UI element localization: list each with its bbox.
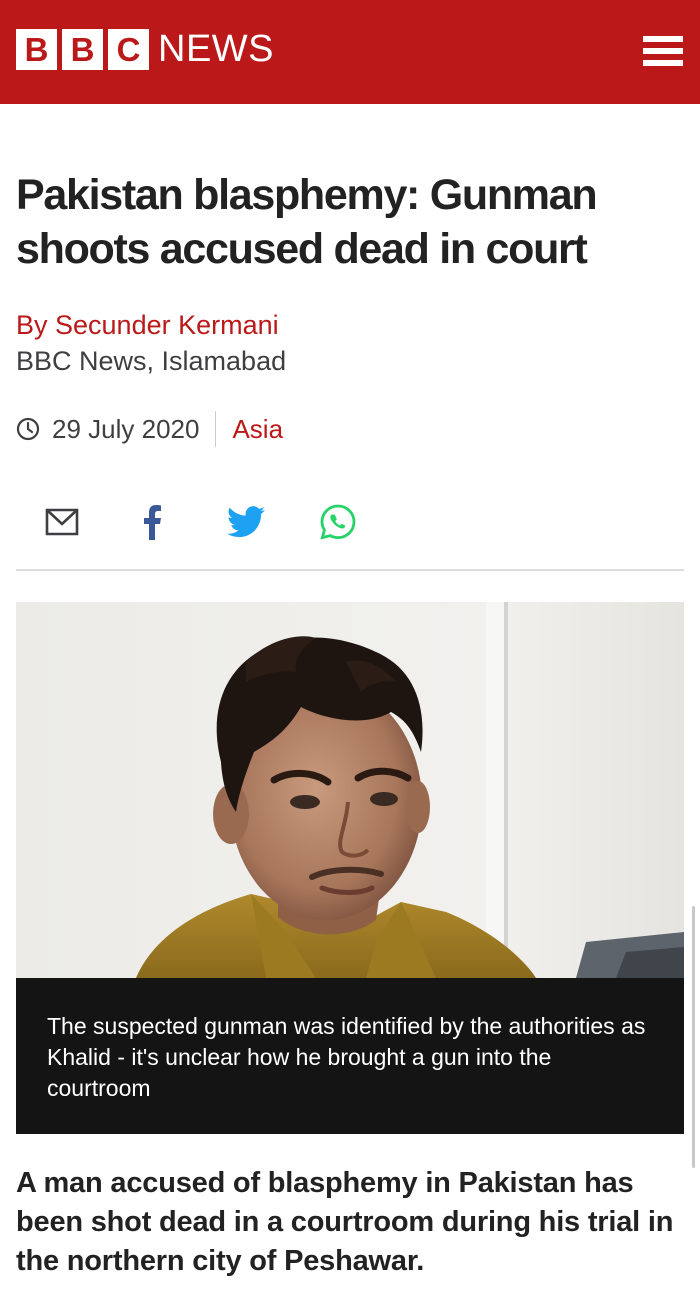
article-date: 29 July 2020 — [52, 414, 200, 444]
article-intro: A man accused of blasphemy in Pakistan h… — [16, 1167, 674, 1277]
meta-divider — [215, 411, 217, 447]
logo-letter-b2: B — [62, 29, 103, 70]
photo-caption: The suspected gunman was identified by t… — [16, 978, 684, 1134]
photo-caption-text: The suspected gunman was identified by t… — [47, 1013, 646, 1101]
twitter-icon — [227, 506, 265, 538]
twitter-share-button[interactable] — [224, 500, 268, 544]
logo-news-text: NEWS — [158, 28, 274, 70]
logo-letter-c: C — [108, 29, 149, 70]
article-meta: 29 July 2020 Asia — [16, 410, 283, 448]
article-headline: Pakistan blasphemy: Gunman shoots accuse… — [16, 171, 598, 273]
email-icon — [45, 508, 79, 536]
email-share-button[interactable] — [40, 500, 84, 544]
logo-letter-b1: B — [16, 29, 57, 70]
hamburger-menu-icon[interactable] — [643, 36, 683, 66]
section-link-asia[interactable]: Asia — [232, 410, 283, 448]
clock-icon — [16, 417, 40, 441]
whatsapp-icon — [320, 504, 356, 540]
share-divider — [16, 569, 684, 571]
facebook-share-button[interactable] — [130, 500, 174, 544]
article-photo — [16, 602, 684, 978]
facebook-icon — [144, 505, 161, 540]
site-header: B B C NEWS — [0, 0, 700, 104]
scrollbar[interactable] — [692, 906, 695, 1168]
whatsapp-share-button[interactable] — [316, 500, 360, 544]
bbc-news-logo[interactable]: B B C NEWS — [16, 29, 274, 70]
byline-location: BBC News, Islamabad — [16, 346, 287, 376]
byline-author: By Secunder Kermani — [16, 310, 279, 340]
suspect-photo-illustration — [16, 602, 684, 978]
